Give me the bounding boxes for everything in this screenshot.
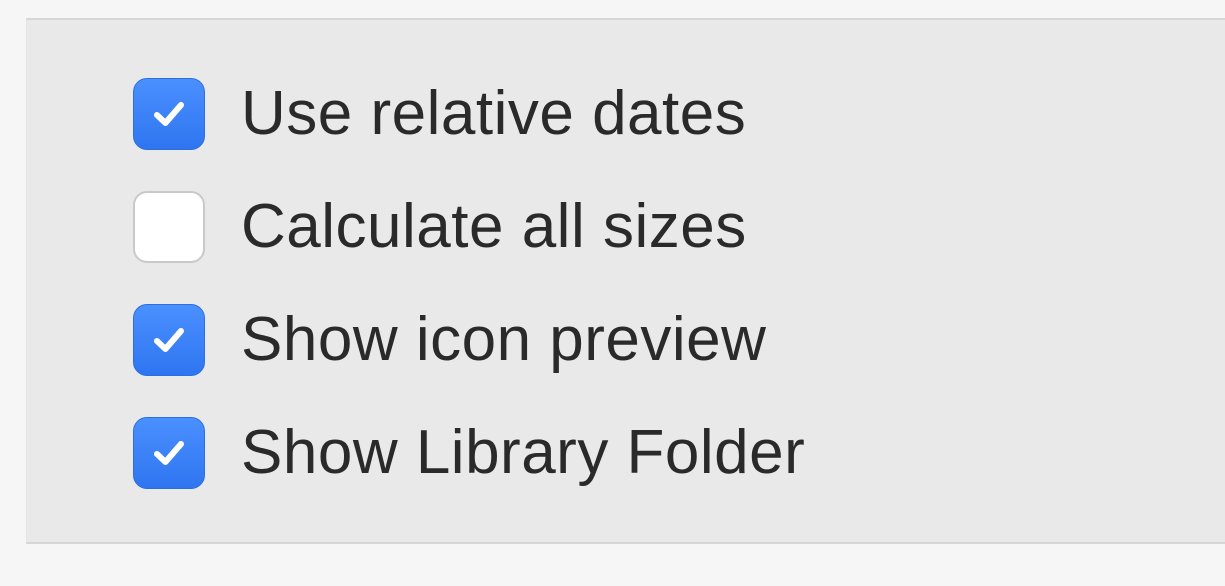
options-panel: Use relative dates Calculate all sizes S…: [26, 18, 1225, 544]
option-calculate-all-sizes[interactable]: Calculate all sizes: [133, 189, 805, 265]
option-use-relative-dates[interactable]: Use relative dates: [133, 76, 805, 152]
checkbox-use-relative-dates[interactable]: [133, 78, 205, 150]
checkmark-icon: [154, 441, 184, 465]
option-show-library-folder[interactable]: Show Library Folder: [133, 415, 805, 491]
checkbox-show-icon-preview[interactable]: [133, 304, 205, 376]
option-label: Calculate all sizes: [241, 192, 747, 261]
option-label: Show Library Folder: [241, 418, 806, 487]
options-list: Use relative dates Calculate all sizes S…: [133, 76, 805, 491]
checkbox-show-library-folder[interactable]: [133, 417, 205, 489]
option-show-icon-preview[interactable]: Show icon preview: [133, 302, 805, 378]
view-options-window: Use relative dates Calculate all sizes S…: [0, 0, 1225, 586]
checkbox-calculate-all-sizes[interactable]: [133, 191, 205, 263]
checkmark-icon: [154, 102, 184, 126]
option-label: Show icon preview: [241, 305, 767, 374]
option-label: Use relative dates: [241, 79, 747, 148]
checkmark-icon: [154, 328, 184, 352]
